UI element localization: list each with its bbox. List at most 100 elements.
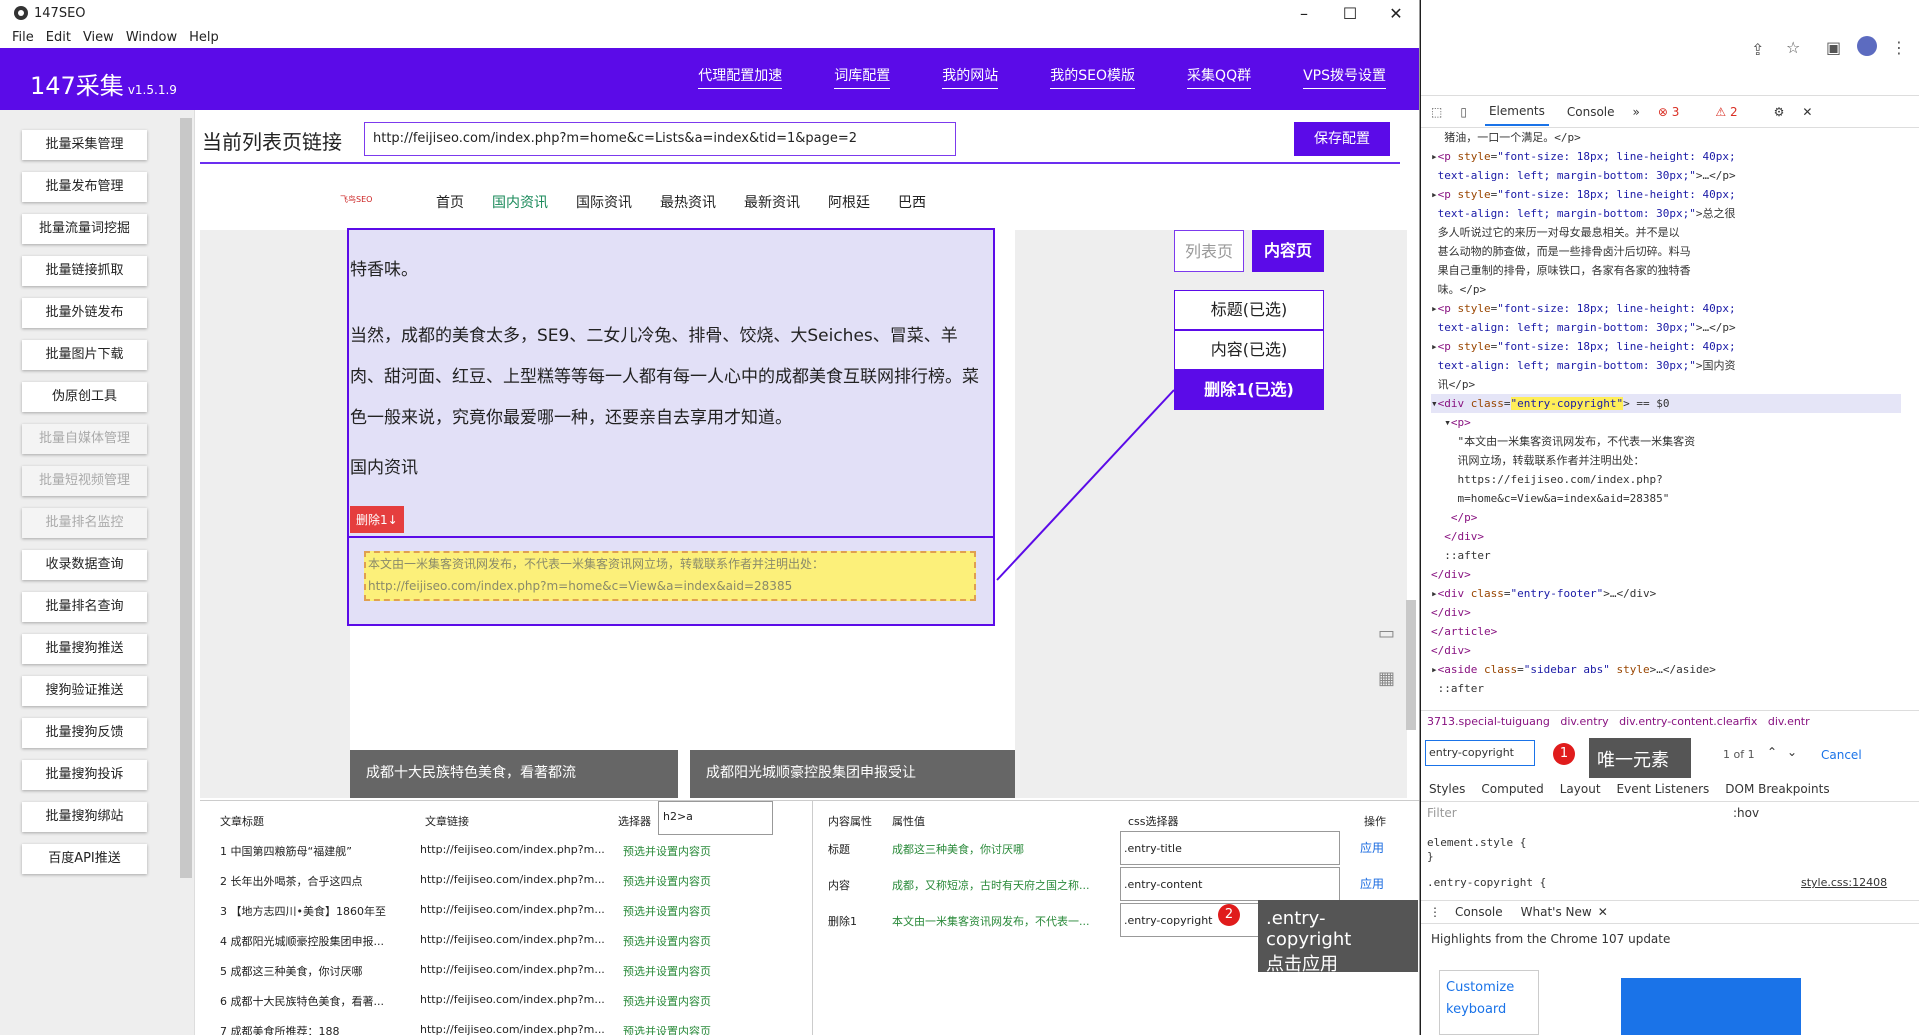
more-tabs-icon[interactable]: » xyxy=(1633,105,1640,119)
table-row-link[interactable]: http://feijiseo.com/index.php?m... xyxy=(420,903,605,916)
error-count[interactable]: ⊗ 3 xyxy=(1658,105,1698,119)
list-url-input[interactable]: http://feijiseo.com/index.php?m=home&c=L… xyxy=(364,122,956,156)
settings-gear-icon[interactable]: ⚙ xyxy=(1774,105,1785,119)
sidebar-item[interactable]: 收录数据查询 xyxy=(22,550,147,580)
css-selector-input[interactable]: .entry-title xyxy=(1120,831,1340,865)
style-source-link[interactable]: style.css:12408 xyxy=(1801,876,1887,889)
sidebar-item[interactable]: 搜狗验证推送 xyxy=(22,676,147,706)
table-row-link[interactable]: http://feijiseo.com/index.php?m... xyxy=(420,933,605,946)
styles-filter[interactable]: Filter xyxy=(1427,806,1457,820)
sidebar-item[interactable]: 批量链接抓取 xyxy=(22,256,147,286)
close-icon[interactable]: ✕ xyxy=(1373,4,1419,23)
table-row-action[interactable]: 预选并设置内容页 xyxy=(623,933,711,949)
dom-search-input[interactable]: entry-copyright xyxy=(1425,740,1535,766)
sidebar-item[interactable]: 批量排名查询 xyxy=(22,592,147,622)
prop-value: 成都，又称短凉，古时有天府之国之称... xyxy=(892,879,1090,892)
minimize-icon[interactable]: – xyxy=(1281,4,1327,23)
sidebar-item[interactable]: 批量搜狗推送 xyxy=(22,634,147,664)
sidebar-item[interactable]: 批量搜狗投诉 xyxy=(22,760,147,790)
preview-scrollbar[interactable] xyxy=(1406,600,1416,730)
sidebar-item[interactable]: 批量搜狗反馈 xyxy=(22,718,147,748)
table-row-action[interactable]: 预选并设置内容页 xyxy=(623,993,711,1009)
table-row-link[interactable]: http://feijiseo.com/index.php?m... xyxy=(420,1023,605,1035)
side-panel-icon[interactable]: ▣ xyxy=(1826,38,1841,57)
cancel-search-button[interactable]: Cancel xyxy=(1821,748,1862,762)
sidebar-item[interactable]: 批量图片下载 xyxy=(22,340,147,370)
hov-toggle[interactable]: :hov xyxy=(1733,806,1759,820)
menu-window[interactable]: Window xyxy=(126,30,177,45)
qrcode-icon[interactable]: ▦ xyxy=(1378,668,1395,689)
nav-qq-group[interactable]: 采集QQ群 xyxy=(1187,65,1252,89)
inspect-icon[interactable]: ⬚ xyxy=(1431,105,1442,119)
sidebar-item[interactable]: 伪原创工具 xyxy=(22,382,147,412)
breadcrumb-item[interactable]: div.entry-content.clearfix xyxy=(1619,715,1757,728)
device-toggle-icon[interactable]: ▯ xyxy=(1460,105,1467,119)
table-row-action[interactable]: 预选并设置内容页 xyxy=(623,1023,711,1035)
css-selector-input[interactable]: .entry-content xyxy=(1120,867,1340,901)
menu-help[interactable]: Help xyxy=(189,30,219,45)
sidebar-item[interactable]: 批量外链发布 xyxy=(22,298,147,328)
drawer-tab-console[interactable]: Console xyxy=(1455,905,1503,919)
drawer-tab-whats-new[interactable]: What's New xyxy=(1521,905,1592,919)
sidebar-item[interactable]: 批量发布管理 xyxy=(22,172,147,202)
apply-button[interactable]: 应用 xyxy=(1360,839,1384,856)
nav-my-site[interactable]: 我的网站 xyxy=(942,65,999,89)
table-row-action[interactable]: 预选并设置内容页 xyxy=(623,963,711,979)
whats-new-card[interactable]: Customize keyboard xyxy=(1439,970,1539,1035)
more-menu-icon[interactable]: ⋮ xyxy=(1891,38,1907,57)
tab-styles[interactable]: Styles xyxy=(1429,782,1465,796)
next-match-icon[interactable]: ⌄ xyxy=(1787,745,1797,759)
article-card[interactable]: 成都阳光城顺豪控股集团申报受让 xyxy=(690,750,1015,798)
breadcrumb-item[interactable]: div.entry xyxy=(1560,715,1608,728)
tab-dom-breakpoints[interactable]: DOM Breakpoints xyxy=(1725,782,1829,796)
table-row-link[interactable]: http://feijiseo.com/index.php?m... xyxy=(420,993,605,1006)
drawer-menu-icon[interactable]: ⋮ xyxy=(1429,905,1441,919)
table-row-link[interactable]: http://feijiseo.com/index.php?m... xyxy=(420,873,605,886)
table-row-action[interactable]: 预选并设置内容页 xyxy=(623,903,711,919)
prop-value: 成都这三种美食，你讨厌哪 xyxy=(892,843,1024,856)
bookmark-star-icon[interactable]: ☆ xyxy=(1786,38,1800,57)
breadcrumb-item[interactable]: 3713.special-tuiguang xyxy=(1427,715,1550,728)
customize-link[interactable]: Customize xyxy=(1446,977,1532,999)
sidebar-scrollbar[interactable] xyxy=(180,118,192,878)
nav-lexicon[interactable]: 词库配置 xyxy=(834,65,891,89)
table-row-action[interactable]: 预选并设置内容页 xyxy=(623,843,711,859)
breadcrumb-item[interactable]: div.entr xyxy=(1768,715,1810,728)
tab-layout[interactable]: Layout xyxy=(1560,782,1601,796)
close-devtools-icon[interactable]: ✕ xyxy=(1802,105,1812,119)
share-icon[interactable]: ⇪ xyxy=(1751,40,1764,59)
nav-vps[interactable]: VPS拨号设置 xyxy=(1303,65,1386,89)
nav-seo-template[interactable]: 我的SEO模版 xyxy=(1050,65,1136,89)
table-row-link[interactable]: http://feijiseo.com/index.php?m... xyxy=(420,843,605,856)
sidebar-item[interactable]: 百度API推送 xyxy=(22,844,147,874)
table-row-link[interactable]: http://feijiseo.com/index.php?m... xyxy=(420,963,605,976)
tooltip-unique: 唯一元素 xyxy=(1589,738,1691,778)
sidebar-item[interactable]: 批量搜狗绑站 xyxy=(22,802,147,832)
comment-icon[interactable]: ▭ xyxy=(1378,623,1395,644)
table-row-action[interactable]: 预选并设置内容页 xyxy=(623,873,711,889)
menu-view[interactable]: View xyxy=(83,30,114,45)
sidebar-item[interactable]: 批量流量词挖掘 xyxy=(22,214,147,244)
warning-count[interactable]: ⚠ 2 xyxy=(1715,105,1755,119)
sidebar: 批量采集管理 批量发布管理 批量流量词挖掘 批量链接抓取 批量外链发布 批量图片… xyxy=(0,110,195,1035)
close-tab-icon[interactable]: ✕ xyxy=(1598,905,1608,919)
tab-console[interactable]: Console xyxy=(1567,105,1615,119)
elements-tree[interactable]: 猪油，一口一个满足。</p> ▸<p style="font-size: 18p… xyxy=(1421,128,1901,698)
tab-event-listeners[interactable]: Event Listeners xyxy=(1617,782,1710,796)
browser-toolbar: ⇪ ☆ ▣ ⋮ xyxy=(1421,0,1919,96)
tab-computed[interactable]: Computed xyxy=(1481,782,1543,796)
article-card[interactable]: 成都十大民族特色美食，看著都流 xyxy=(350,750,678,798)
nav-proxy[interactable]: 代理配置加速 xyxy=(698,65,783,89)
tab-elements[interactable]: Elements xyxy=(1484,98,1549,126)
menu-file[interactable]: File xyxy=(12,30,34,45)
prev-match-icon[interactable]: ⌃ xyxy=(1767,745,1777,759)
avatar[interactable] xyxy=(1857,36,1877,56)
maximize-icon[interactable]: ☐ xyxy=(1327,4,1373,23)
save-config-button[interactable]: 保存配置 xyxy=(1294,122,1390,156)
sidebar-item[interactable]: 批量采集管理 xyxy=(22,130,147,160)
selector-input[interactable]: h2>a xyxy=(658,801,773,835)
keyboard-link[interactable]: keyboard xyxy=(1446,999,1532,1021)
menu-edit[interactable]: Edit xyxy=(46,30,71,45)
apply-button[interactable]: 应用 xyxy=(1360,875,1384,892)
table-row-title: 1 中国第四粮筋母“福建舰” xyxy=(220,845,352,858)
